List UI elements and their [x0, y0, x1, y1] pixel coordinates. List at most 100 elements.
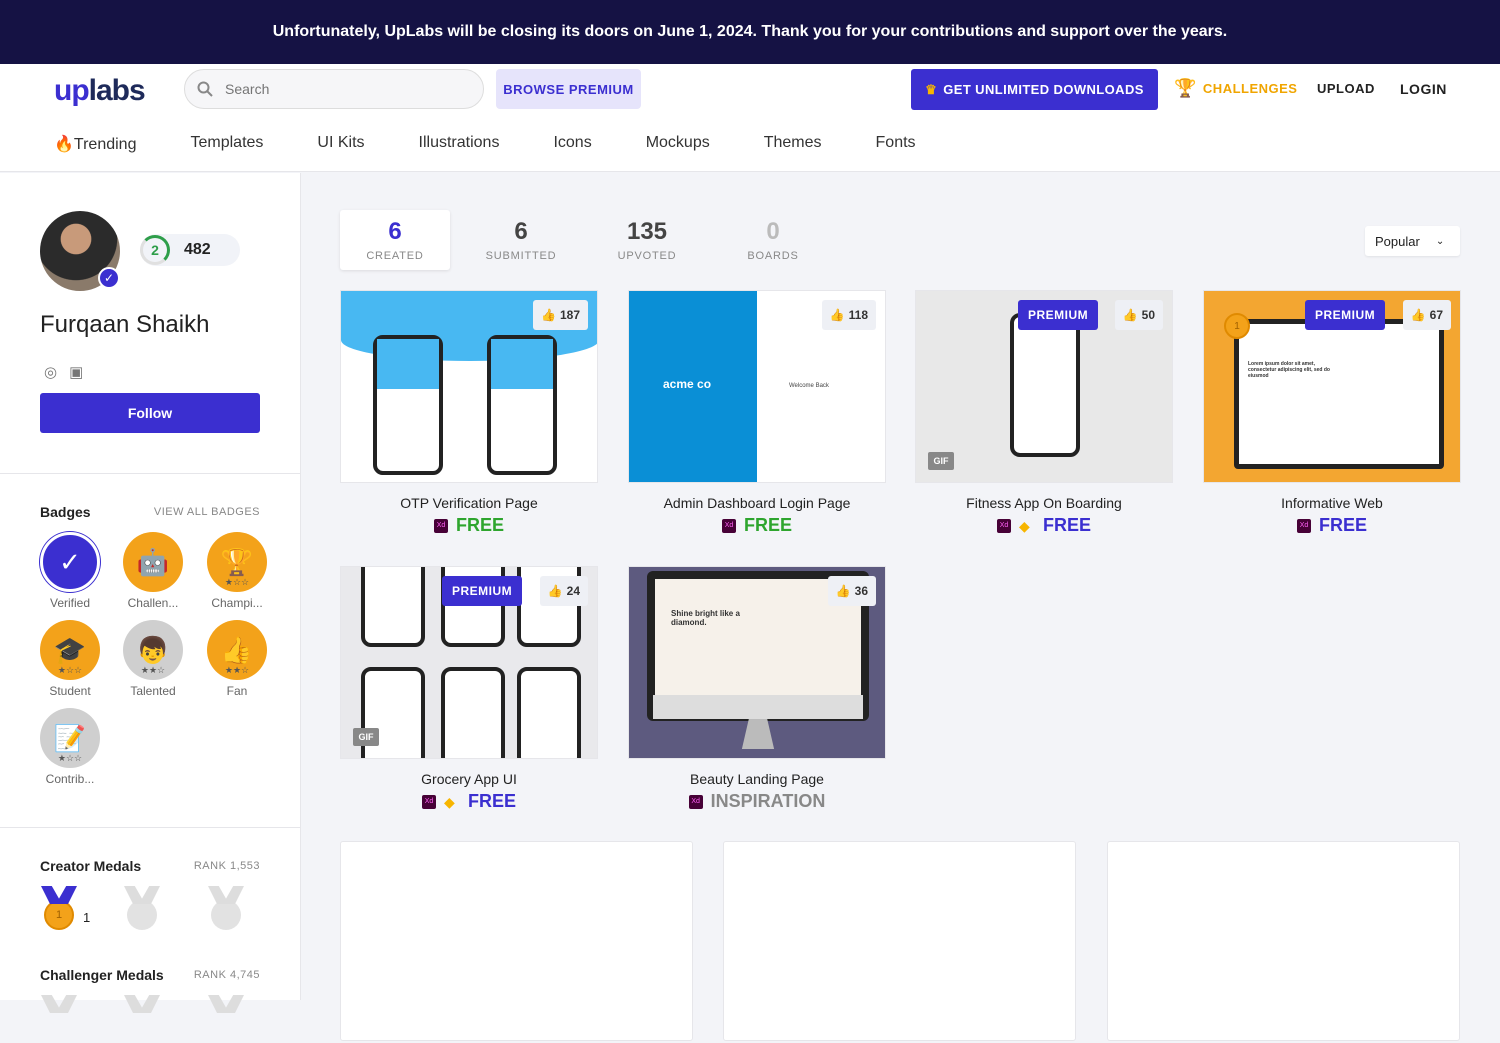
challenger-medals-title: Challenger Medals — [40, 967, 164, 983]
upload-link[interactable]: UPLOAD — [1317, 81, 1375, 96]
bronze-medal-icon — [208, 886, 244, 934]
card-meta: Xd FREE — [1203, 515, 1461, 536]
challenger-medal-icon — [124, 995, 160, 1043]
card-title[interactable]: Grocery App UI — [340, 771, 598, 787]
logo-labs: labs — [88, 74, 146, 107]
tab-boards[interactable]: 0 BOARDS — [718, 210, 828, 270]
thumbs-up-icon: 👍 — [547, 584, 563, 598]
gif-badge: GIF — [928, 452, 954, 470]
upvote-button[interactable]: 👍 118 — [821, 300, 876, 330]
nav-mockups[interactable]: Mockups — [646, 134, 710, 154]
card-thumbnail[interactable]: Lorem ipsum dolor sit amet, consectetur … — [1203, 290, 1461, 483]
gold-medal-icon: 1 — [41, 886, 77, 934]
design-card[interactable]: Lorem ipsum dolor sit amet, consectetur … — [1203, 290, 1461, 536]
nav-fonts[interactable]: Fonts — [876, 134, 916, 154]
card-thumbnail[interactable]: Shine bright like a diamond. 👍 36 — [628, 566, 886, 759]
category-nav: 🔥Trending Templates UI Kits Illustration… — [54, 134, 970, 154]
card-thumbnail[interactable]: PREMIUM 👍 50 GIF — [915, 290, 1173, 483]
badge-student[interactable]: 🎓 ★☆☆ Student — [40, 620, 100, 698]
trophy-icon: 🏆 — [1174, 78, 1197, 98]
tab-count: 0 — [766, 218, 780, 245]
card-title[interactable]: Admin Dashboard Login Page — [628, 495, 886, 511]
badge-talented[interactable]: 👦 ★★☆ Talented — [123, 620, 183, 698]
design-card[interactable]: PREMIUM 👍 50 GIF Fitness App On Boarding … — [915, 290, 1173, 536]
upvote-count: 187 — [559, 308, 580, 322]
card-title[interactable]: Informative Web — [1203, 495, 1461, 511]
thumb-welcome-text: Welcome Back — [789, 383, 829, 389]
card-thumbnail[interactable]: acme co Welcome Back 👍 118 — [628, 290, 886, 483]
badge-label: Talented — [130, 684, 176, 698]
upvote-button[interactable]: 👍 50 — [1114, 300, 1163, 330]
upvote-button[interactable]: 👍 187 — [533, 300, 588, 330]
card-title[interactable]: Fitness App On Boarding — [915, 495, 1173, 511]
design-card[interactable]: Shine bright like a diamond. 👍 36 Beauty … — [628, 566, 886, 812]
thumbs-up-icon: 👍 — [835, 584, 851, 598]
challenger-medal-icon — [208, 995, 244, 1043]
price-label: FREE — [743, 515, 792, 535]
premium-badge: PREMIUM — [442, 576, 523, 606]
card-thumbnail[interactable]: PREMIUM 👍 24 GIF — [340, 566, 598, 759]
loading-card-placeholder — [723, 841, 1076, 1041]
badge-challenger[interactable]: 🤖 Challen... — [123, 532, 183, 610]
nav-illustrations[interactable]: Illustrations — [419, 134, 500, 154]
tab-upvoted[interactable]: 135 UPVOTED — [592, 210, 702, 270]
nav-themes[interactable]: Themes — [764, 134, 822, 154]
badge-fan[interactable]: 👍 ★★☆ Fan — [207, 620, 267, 698]
nav-templates[interactable]: Templates — [190, 134, 263, 154]
challenger-medal-icon — [41, 995, 77, 1043]
login-link[interactable]: LOGIN — [1400, 81, 1447, 97]
design-card[interactable]: acme co Welcome Back 👍 118 Admin Dashboar… — [628, 290, 886, 536]
crown-icon: ♛ — [925, 81, 938, 97]
view-all-badges-link[interactable]: VIEW ALL BADGES — [154, 506, 260, 518]
card-meta: Xd ◆ FREE — [915, 515, 1173, 536]
graduation-cap-icon: 🎓 ★☆☆ — [40, 620, 100, 680]
tab-label: SUBMITTED — [485, 250, 557, 262]
browse-premium-button[interactable]: BROWSE PREMIUM — [496, 69, 641, 109]
upvote-button[interactable]: 👍 67 — [1402, 300, 1451, 330]
card-thumbnail[interactable]: 👍 187 — [340, 290, 598, 483]
tab-count: 6 — [514, 218, 528, 245]
banner-text: Unfortunately, UpLabs will be closing it… — [272, 23, 1228, 40]
upvote-button[interactable]: 👍 36 — [827, 576, 876, 606]
dribbble-icon[interactable]: ◎ — [44, 363, 57, 381]
tab-count: 6 — [388, 218, 402, 245]
nav-ui-kits[interactable]: UI Kits — [317, 134, 364, 154]
uplabs-logo[interactable]: uplabs — [54, 74, 146, 108]
upvote-count: 50 — [1141, 308, 1155, 322]
design-card[interactable]: 👍 187 OTP Verification Page Xd FREE — [340, 290, 598, 536]
badge-champion[interactable]: 🏆 ★☆☆ Champi... — [207, 532, 267, 610]
card-title[interactable]: Beauty Landing Page — [628, 771, 886, 787]
badge-verified[interactable]: ✓ Verified — [40, 532, 100, 610]
get-unlimited-downloads-button[interactable]: ♛ GET UNLIMITED DOWNLOADS — [911, 69, 1158, 110]
points-value: 482 — [184, 241, 211, 258]
tab-created[interactable]: 6 CREATED — [340, 210, 450, 270]
challenges-link[interactable]: 🏆 CHALLENGES — [1174, 78, 1297, 99]
thumbs-up-icon: 👍 — [1122, 308, 1138, 322]
instagram-icon[interactable]: ▣ — [69, 363, 83, 381]
card-meta: Xd INSPIRATION — [628, 791, 886, 812]
design-card[interactable]: PREMIUM 👍 24 GIF Grocery App UI Xd ◆ FREE — [340, 566, 598, 812]
upvote-count: 24 — [566, 584, 580, 598]
badge-label: Fan — [226, 684, 248, 698]
card-title[interactable]: OTP Verification Page — [340, 495, 598, 511]
nav-icons[interactable]: Icons — [553, 134, 591, 154]
follow-button[interactable]: Follow — [40, 393, 260, 433]
sort-dropdown[interactable]: Popular ⌄ — [1365, 226, 1460, 256]
tab-submitted[interactable]: 6 SUBMITTED — [466, 210, 576, 270]
silver-medal-icon — [124, 886, 160, 934]
card-meta: Xd ◆ FREE — [340, 791, 598, 812]
level-ring: 2 — [140, 235, 170, 265]
search-bar[interactable] — [184, 69, 484, 109]
sketch-icon: ◆ — [1018, 517, 1030, 534]
medal-icon: 1 — [1224, 313, 1250, 339]
premium-badge: PREMIUM — [1305, 300, 1386, 330]
adobe-xd-icon: Xd — [996, 518, 1011, 533]
badge-contributor[interactable]: 📝 ★☆☆ Contrib... — [40, 708, 100, 786]
nav-trending[interactable]: 🔥Trending — [54, 134, 136, 154]
search-input[interactable] — [225, 81, 445, 97]
upvote-button[interactable]: 👍 24 — [539, 576, 588, 606]
tab-label: BOARDS — [747, 250, 799, 262]
badge-label: Student — [49, 684, 91, 698]
badge-label: Champi... — [211, 596, 263, 610]
price-label: INSPIRATION — [710, 791, 826, 811]
